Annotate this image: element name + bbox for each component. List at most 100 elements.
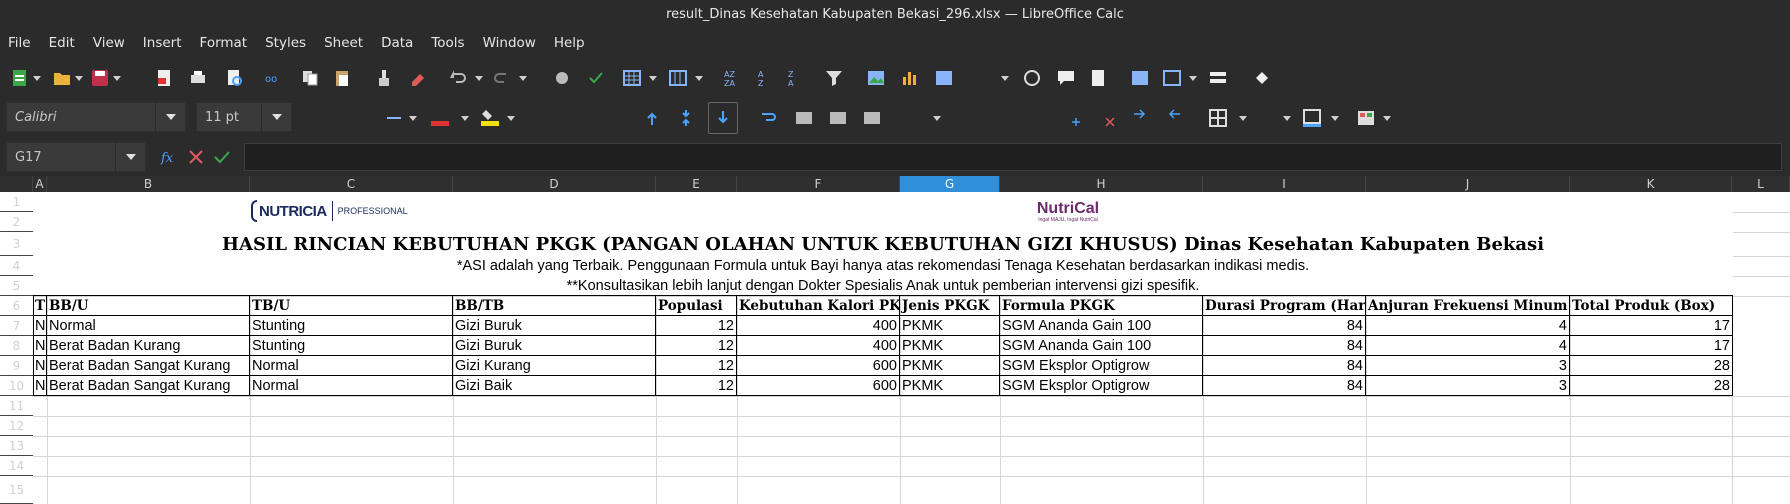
- header-cell[interactable]: Formula PKGK: [1000, 296, 1203, 316]
- freeze-rows-columns-icon[interactable]: [1160, 66, 1184, 90]
- new-dropdown-icon[interactable]: [32, 66, 42, 90]
- formula-input[interactable]: [244, 143, 1782, 171]
- open-folder-icon[interactable]: [50, 66, 74, 90]
- header-cell[interactable]: TB/U: [250, 296, 453, 316]
- table-cell[interactable]: Stunting: [250, 316, 453, 336]
- column-header-g[interactable]: G: [900, 176, 1000, 192]
- menu-window[interactable]: Window: [483, 35, 536, 51]
- name-box[interactable]: G17: [6, 142, 146, 172]
- show-draw-functions-icon[interactable]: [1250, 66, 1274, 90]
- align-top-icon[interactable]: [640, 106, 664, 130]
- menu-edit[interactable]: Edit: [49, 35, 75, 51]
- cell-area[interactable]: NUTRICIA PROFESSIONAL NutriCal Ingat MAJ…: [33, 192, 1790, 504]
- merge-center-icon[interactable]: [792, 106, 816, 130]
- row-header-10[interactable]: 10: [0, 376, 33, 396]
- cancel-icon[interactable]: [184, 145, 208, 169]
- row-header-9[interactable]: 9: [0, 356, 33, 376]
- row-header-11[interactable]: 11: [0, 396, 33, 416]
- autofilter-icon[interactable]: [822, 66, 846, 90]
- sort-ascending-icon[interactable]: AZ: [752, 66, 776, 90]
- table-cell[interactable]: N: [33, 356, 47, 376]
- column-header-c[interactable]: C: [250, 176, 453, 192]
- header-cell[interactable]: BB/U: [47, 296, 250, 316]
- table-cell[interactable]: Gizi Buruk: [453, 316, 656, 336]
- header-cell[interactable]: Kebutuhan Kalori PK: [737, 296, 900, 316]
- table-cell[interactable]: N: [33, 336, 47, 356]
- delete-decimal-icon[interactable]: [1098, 106, 1122, 130]
- table-cell[interactable]: 600: [737, 376, 900, 396]
- header-cell[interactable]: Populasi: [656, 296, 737, 316]
- header-cell[interactable]: T: [33, 296, 47, 316]
- define-print-area-icon[interactable]: [1128, 66, 1152, 90]
- headers-footers-icon[interactable]: [1086, 66, 1110, 90]
- table-cell[interactable]: 12: [656, 316, 737, 336]
- decrease-indent-icon[interactable]: [1162, 102, 1186, 126]
- menu-styles[interactable]: Styles: [265, 35, 306, 51]
- clone-formatting-icon[interactable]: [372, 66, 396, 90]
- column-header-l[interactable]: L: [1732, 176, 1790, 192]
- strikethrough-icon[interactable]: [382, 106, 406, 130]
- table-cell[interactable]: Normal: [250, 356, 453, 376]
- table-cell[interactable]: SGM Eksplor Optigrow: [1000, 376, 1203, 396]
- row-header-6[interactable]: 6: [0, 296, 33, 316]
- column-header-d[interactable]: D: [453, 176, 656, 192]
- row-header-1[interactable]: 1: [0, 192, 33, 212]
- undo-dropdown-icon[interactable]: [474, 66, 484, 90]
- function-wizard-icon[interactable]: fx: [158, 145, 182, 169]
- table-cell[interactable]: 17: [1570, 316, 1733, 336]
- table-cell[interactable]: 4: [1366, 316, 1570, 336]
- table-cell[interactable]: N: [33, 316, 47, 336]
- table-cell[interactable]: 4: [1366, 336, 1570, 356]
- font-name-combo[interactable]: Calibri: [6, 102, 186, 132]
- table-cell[interactable]: Normal: [250, 376, 453, 396]
- column-header-b[interactable]: B: [47, 176, 250, 192]
- export-pdf-icon[interactable]: [152, 66, 176, 90]
- table-cell[interactable]: Gizi Kurang: [453, 356, 656, 376]
- conditional-format-icon[interactable]: [1354, 106, 1378, 130]
- font-name-dropdown-icon[interactable]: [155, 103, 185, 131]
- accept-icon[interactable]: [210, 145, 234, 169]
- insert-chart-icon[interactable]: [898, 66, 922, 90]
- table-cell[interactable]: SGM Ananda Gain 100: [1000, 336, 1203, 356]
- borders-icon[interactable]: [1206, 106, 1230, 130]
- merge-cells-icon[interactable]: [826, 106, 850, 130]
- row-dropdown-icon[interactable]: [648, 66, 658, 90]
- table-cell[interactable]: 3: [1366, 376, 1570, 396]
- table-cell[interactable]: 28: [1570, 356, 1733, 376]
- open-dropdown-icon[interactable]: [74, 66, 84, 90]
- column-header-j[interactable]: J: [1366, 176, 1570, 192]
- menu-file[interactable]: File: [8, 35, 31, 51]
- print-preview-icon[interactable]: [222, 66, 246, 90]
- header-cell[interactable]: Anjuran Frekuensi Minum: [1366, 296, 1570, 316]
- save-icon[interactable]: [88, 66, 112, 90]
- column-header-k[interactable]: K: [1570, 176, 1732, 192]
- conditional-format-dropdown-icon[interactable]: [1382, 106, 1392, 130]
- select-all-corner[interactable]: [0, 176, 33, 192]
- table-cell[interactable]: 600: [737, 356, 900, 376]
- highlight-dropdown-icon[interactable]: [506, 106, 516, 130]
- table-cell[interactable]: 17: [1570, 336, 1733, 356]
- column-header-f[interactable]: F: [737, 176, 900, 192]
- table-cell[interactable]: 12: [656, 356, 737, 376]
- row-header-15[interactable]: 15: [0, 476, 33, 504]
- row-header-13[interactable]: 13: [0, 436, 33, 456]
- unmerge-cells-icon[interactable]: [860, 106, 884, 130]
- print-icon[interactable]: [186, 66, 210, 90]
- hyperlink-icon[interactable]: [1020, 66, 1044, 90]
- font-color-icon[interactable]: [428, 106, 452, 130]
- insert-image-icon[interactable]: [864, 66, 888, 90]
- highlight-color-icon[interactable]: [478, 106, 502, 130]
- row-header-8[interactable]: 8: [0, 336, 33, 356]
- increase-indent-icon[interactable]: [1128, 102, 1152, 126]
- row-header-7[interactable]: 7: [0, 316, 33, 336]
- font-size-dropdown-icon[interactable]: [261, 103, 291, 131]
- table-cell[interactable]: PKMK: [900, 356, 1000, 376]
- column-dropdown-icon[interactable]: [694, 66, 704, 90]
- header-cell[interactable]: BB/TB: [453, 296, 656, 316]
- table-cell[interactable]: 84: [1203, 316, 1366, 336]
- redo-icon[interactable]: [490, 66, 514, 90]
- row-header-4[interactable]: 4: [0, 256, 33, 276]
- row-icon[interactable]: [620, 66, 644, 90]
- new-document-icon[interactable]: [8, 66, 32, 90]
- center-vertically-icon[interactable]: [674, 106, 698, 130]
